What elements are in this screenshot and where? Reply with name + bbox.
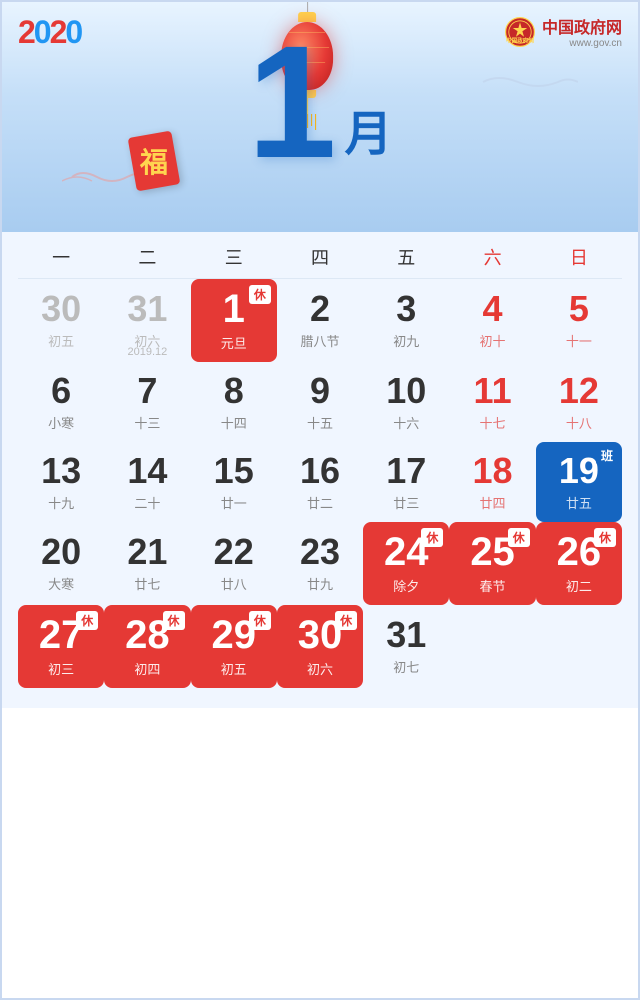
day-header-sun: 日 [536,244,622,270]
day-header-thu: 四 [277,244,363,270]
table-row: 8 十四 [191,362,277,442]
table-row: 4 初十 [449,279,535,362]
table-row [449,605,535,688]
table-row: 22 廿八 [191,522,277,605]
month-number: 1 [248,22,337,182]
holiday-badge: 休 [163,611,185,630]
holiday-badge: 休 [249,611,271,630]
day-header-sat: 六 [449,244,535,270]
table-row: 班 19 廿五 [536,442,622,522]
day-header-tue: 二 [104,244,190,270]
table-row: 16 廿二 [277,442,363,522]
table-row: 休 27 初三 [18,605,104,688]
table-row: 9 十五 [277,362,363,442]
cloud-right-decoration [478,72,578,97]
day-header-mon: 一 [18,244,104,270]
workday-badge: 班 [596,446,618,465]
holiday-badge: 休 [249,285,271,304]
day-headers: 一 二 三 四 五 六 日 [18,232,622,279]
gov-logo: 中国政府网 中国政府网 www.gov.cn [504,14,622,49]
month-display: 1 月 [248,22,393,182]
table-row: 2 腊八节 [277,279,363,362]
gov-name: 中国政府网 [542,14,622,38]
calendar-grid: 30 初五 31 初六 2019.12 休 1 元旦 2 腊八节 3 初九 4 … [18,279,622,688]
table-row: 31 初七 [363,605,449,688]
table-row: 20 大寒 [18,522,104,605]
table-row: 30 初五 [18,279,104,362]
table-row: 18 廿四 [449,442,535,522]
emblem-icon: 中国政府网 [504,16,536,48]
table-row: 31 初六 2019.12 [104,279,190,362]
table-row: 休 1 元旦 [191,279,277,362]
holiday-badge: 休 [421,528,443,547]
day-header-wed: 三 [191,244,277,270]
table-row: 12 十八 [536,362,622,442]
holiday-badge: 休 [335,611,357,630]
number-1-container: 1 [248,22,337,182]
gov-url: www.gov.cn [542,38,622,49]
calendar: 一 二 三 四 五 六 日 30 初五 31 初六 2019.12 休 1 元旦… [2,232,638,708]
fu-tag: 福 [132,134,176,188]
day-header-fri: 五 [363,244,449,270]
logo-2020: 2020 [18,14,81,51]
table-row: 休 25 春节 [449,522,535,605]
table-row: 休 26 初二 [536,522,622,605]
gov-text-block: 中国政府网 www.gov.cn [542,14,622,49]
holiday-badge: 休 [76,611,98,630]
table-row: 6 小寒 [18,362,104,442]
table-row: 休 28 初四 [104,605,190,688]
table-row: 10 十六 [363,362,449,442]
holiday-badge: 休 [594,528,616,547]
table-row: 7 十三 [104,362,190,442]
table-row [536,605,622,688]
table-row: 休 24 除夕 [363,522,449,605]
table-row: 5 十一 [536,279,622,362]
holiday-badge: 休 [508,528,530,547]
yue-character: 月 [344,94,392,164]
table-row: 23 廿九 [277,522,363,605]
table-row: 14 二十 [104,442,190,522]
table-row: 休 29 初五 [191,605,277,688]
table-row: 3 初九 [363,279,449,362]
table-row: 17 廿三 [363,442,449,522]
header: 2020 中国政府网 中国政府网 www.gov.cn [2,2,638,232]
table-row: 11 十七 [449,362,535,442]
table-row: 13 十九 [18,442,104,522]
table-row: 15 廿一 [191,442,277,522]
table-row: 休 30 初六 [277,605,363,688]
table-row: 21 廿七 [104,522,190,605]
